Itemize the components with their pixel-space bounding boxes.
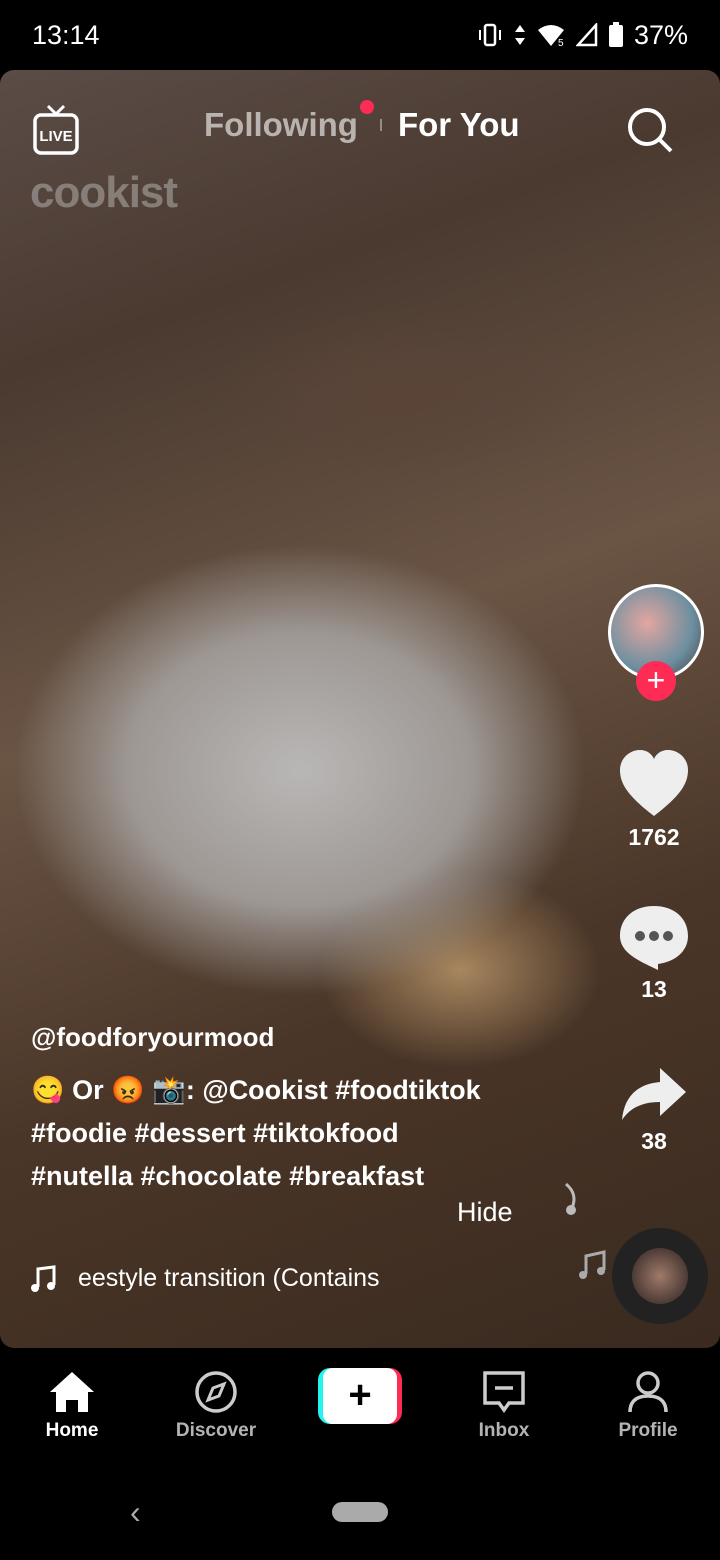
tab-separator [379, 119, 382, 131]
svg-text:LIVE: LIVE [39, 128, 72, 145]
compass-icon [195, 1371, 237, 1413]
share-arrow-icon [622, 1068, 686, 1120]
plus-icon: + [323, 1368, 397, 1424]
system-nav-bar: ‹ [0, 1460, 720, 1560]
nav-label: Discover [175, 1420, 257, 1441]
live-tv-icon: LIVE [33, 104, 79, 155]
nav-home[interactable]: Home [0, 1348, 144, 1460]
nav-label: Profile [618, 1420, 678, 1441]
back-button[interactable]: ‹ [130, 1494, 141, 1531]
home-icon [50, 1372, 94, 1412]
music-cover [632, 1248, 688, 1304]
wifi-icon: 5 [537, 25, 564, 48]
data-arrows-icon [514, 25, 525, 45]
tab-following[interactable]: Following [204, 106, 358, 144]
svg-text:5: 5 [558, 38, 564, 48]
music-disc[interactable] [612, 1228, 708, 1324]
follow-button[interactable]: + [636, 661, 676, 701]
top-nav: LIVE Following For You [0, 100, 720, 160]
clock: 13:14 [32, 19, 100, 50]
signal-icon [575, 23, 598, 47]
battery-percent: 37% [633, 19, 688, 50]
music-title: eestyle transition (Contains [78, 1264, 380, 1292]
floating-note-icon [564, 1182, 576, 1215]
music-note-icon [31, 1264, 56, 1292]
music-ticker[interactable]: eestyle transition (Contains [30, 1264, 380, 1293]
nav-discover[interactable]: Discover [144, 1348, 288, 1460]
share-button[interactable]: 38 [604, 1066, 704, 1155]
hide-caption-button[interactable]: Hide [457, 1197, 513, 1228]
nav-label: Inbox [478, 1420, 530, 1441]
comment-button[interactable]: 13 [604, 904, 704, 1003]
like-button[interactable]: 1762 [604, 750, 704, 851]
notification-dot [359, 100, 374, 114]
home-gesture-pill[interactable] [332, 1502, 388, 1522]
share-count: 38 [641, 1128, 667, 1154]
vibrate-icon [478, 23, 501, 47]
tab-for-you[interactable]: For You [398, 106, 520, 144]
comment-count: 13 [641, 976, 667, 1002]
comment-icon [620, 906, 688, 970]
caption-line: #foodie #dessert #tiktokfood [31, 1118, 399, 1148]
caption-line: #nutella #chocolate #breakfast [31, 1161, 425, 1191]
search-icon [628, 108, 673, 153]
bottom-nav: Home Discover + Inbox Profile [0, 1348, 720, 1460]
inbox-icon [483, 1371, 525, 1414]
nav-inbox[interactable]: Inbox [432, 1348, 576, 1460]
status-bar: 13:14 5 37% [0, 0, 720, 70]
nav-label: Home [45, 1420, 99, 1441]
battery-icon [608, 22, 623, 47]
nav-profile[interactable]: Profile [576, 1348, 720, 1460]
floating-note-icon [579, 1250, 606, 1279]
like-count: 1762 [628, 824, 680, 850]
search-button[interactable] [626, 106, 674, 159]
author-handle[interactable]: @foodforyourmood [31, 1016, 274, 1059]
person-icon [628, 1371, 668, 1413]
live-button[interactable]: LIVE [32, 104, 80, 155]
nav-create[interactable]: + [288, 1348, 432, 1460]
watermark-logo: cookist [30, 168, 178, 217]
caption-line: 😋 Or 😡 📸: @Cookist #foodtiktok [31, 1075, 481, 1105]
heart-icon [620, 750, 688, 816]
